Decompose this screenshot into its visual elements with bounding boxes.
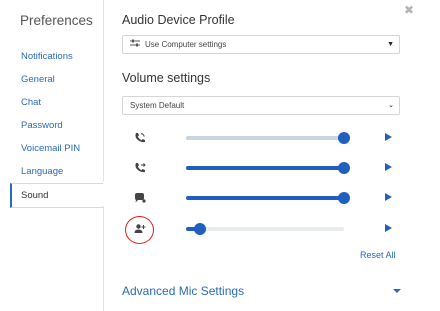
sliders-icon [130, 36, 140, 53]
highlight-annotation-circle [125, 216, 154, 244]
sidebar-item-password[interactable]: Password [10, 114, 103, 137]
chat-bubble-icon [134, 191, 148, 205]
chat-volume-slider[interactable] [186, 192, 350, 204]
audio-device-profile-select[interactable]: Use Computer settings ▼ [122, 35, 400, 54]
sidebar-nav: Notifications General Chat Password Voic… [10, 45, 103, 208]
phone-ring-icon [134, 131, 148, 145]
slider-fill [186, 196, 344, 200]
slider-fill [186, 166, 344, 170]
preferences-sidebar: Preferences Notifications General Chat P… [0, 0, 103, 311]
close-icon[interactable]: ✖ [404, 3, 414, 17]
play-test-button[interactable] [385, 163, 392, 171]
play-test-button[interactable] [385, 224, 392, 232]
reset-all-link[interactable]: Reset All [360, 250, 396, 260]
chevron-down-icon: ⌄ [388, 102, 394, 109]
ringer-volume-slider[interactable] [186, 132, 350, 144]
presence-volume-slider[interactable] [186, 223, 344, 235]
slider-thumb[interactable] [194, 223, 207, 235]
sidebar-item-sound[interactable]: Sound [10, 183, 103, 208]
slider-fill [186, 136, 344, 140]
advanced-mic-settings-toggle[interactable]: Advanced Mic Settings [122, 284, 244, 298]
volume-profile-select[interactable]: System Default ⌄ [122, 96, 400, 115]
sidebar-item-notifications[interactable]: Notifications [10, 45, 103, 68]
chat-volume-row [132, 188, 402, 208]
slider-thumb[interactable] [338, 162, 350, 174]
sidebar-item-language[interactable]: Language [10, 160, 103, 183]
sidebar-item-general[interactable]: General [10, 68, 103, 91]
play-test-button[interactable] [385, 193, 392, 201]
sidebar-item-voicemail-pin[interactable]: Voicemail PIN [10, 137, 103, 160]
volume-settings-title: Volume settings [122, 71, 211, 85]
sidebar-item-chat[interactable]: Chat [10, 91, 103, 114]
volume-profile-value: System Default [130, 101, 185, 110]
audio-device-profile-title: Audio Device Profile [122, 13, 235, 27]
sidebar-title: Preferences [20, 13, 93, 28]
call-volume-slider[interactable] [186, 162, 350, 174]
slider-thumb[interactable] [338, 132, 350, 144]
sidebar-divider [103, 0, 104, 181]
presence-volume-row [132, 219, 402, 239]
phone-transfer-icon [134, 161, 148, 175]
chevron-down-icon: ▼ [387, 41, 394, 48]
sidebar-divider-lower [103, 206, 104, 311]
ringer-volume-row [132, 128, 402, 148]
audio-device-profile-value: Use Computer settings [145, 40, 227, 49]
chevron-down-icon[interactable] [393, 289, 401, 293]
slider-thumb[interactable] [338, 192, 350, 204]
call-volume-row [132, 158, 402, 178]
play-test-button[interactable] [385, 133, 392, 141]
